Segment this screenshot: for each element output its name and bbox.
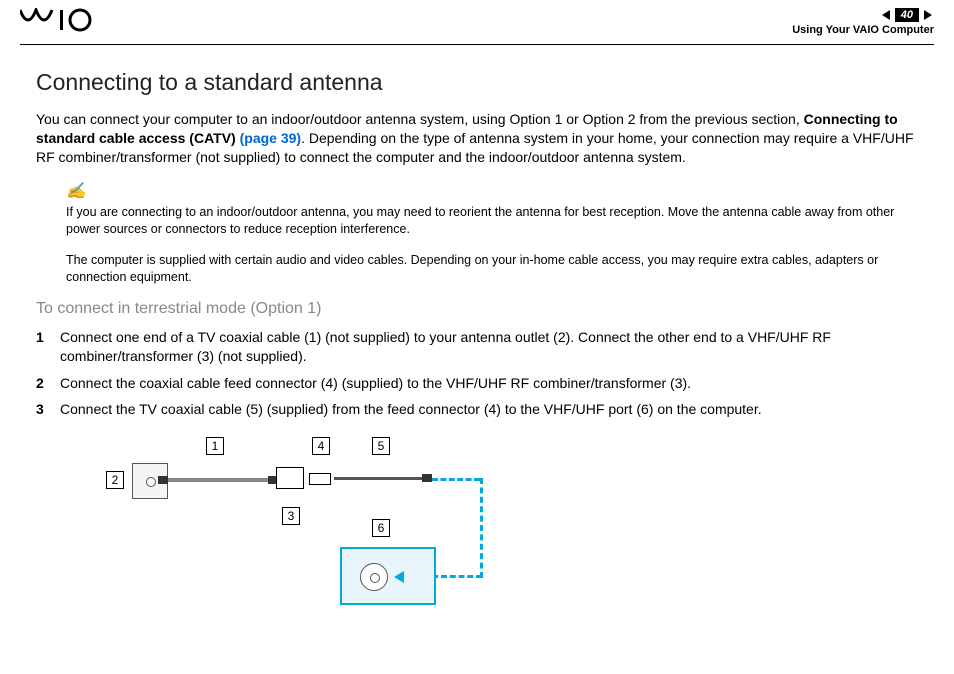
note-block: ✍ If you are connecting to an indoor/out…	[66, 181, 918, 286]
note-text-1: If you are connecting to an indoor/outdo…	[66, 204, 918, 238]
step-item: 1 Connect one end of a TV coaxial cable …	[36, 328, 918, 366]
page-nav: 40	[880, 8, 934, 22]
prev-page-icon[interactable]	[880, 9, 892, 21]
step-number: 3	[36, 400, 60, 419]
diagram-label-3: 3	[282, 507, 300, 525]
header-right: 40 Using Your VAIO Computer	[792, 8, 934, 36]
connection-diagram: 1 2 3 4 5 6	[76, 435, 496, 615]
diagram-label-6: 6	[372, 519, 390, 537]
note-icon: ✍	[66, 181, 918, 203]
coax-cable-1	[168, 478, 268, 482]
section-label: Using Your VAIO Computer	[792, 24, 934, 36]
step-text: Connect the TV coaxial cable (5) (suppli…	[60, 400, 762, 419]
note-text-2: The computer is supplied with certain au…	[66, 252, 918, 286]
subheading: To connect in terrestrial mode (Option 1…	[36, 300, 918, 318]
feed-connector-icon	[309, 473, 331, 485]
step-item: 3 Connect the TV coaxial cable (5) (supp…	[36, 400, 918, 419]
intro-paragraph: You can connect your computer to an indo…	[36, 110, 918, 167]
step-number: 2	[36, 374, 60, 393]
intro-text-a: You can connect your computer to an indo…	[36, 111, 804, 127]
step-item: 2 Connect the coaxial cable feed connect…	[36, 374, 918, 393]
coax-cable-5	[334, 477, 424, 480]
steps-list: 1 Connect one end of a TV coaxial cable …	[36, 328, 918, 420]
page-header: 40 Using Your VAIO Computer	[0, 0, 954, 44]
dashed-path	[480, 478, 483, 578]
diagram-label-4: 4	[312, 437, 330, 455]
step-text: Connect the coaxial cable feed connector…	[60, 374, 691, 393]
step-number: 1	[36, 328, 60, 366]
computer-port-box	[340, 547, 436, 605]
arrow-icon	[394, 571, 404, 583]
combiner-icon	[276, 467, 304, 489]
page-title: Connecting to a standard antenna	[36, 69, 918, 96]
step-text: Connect one end of a TV coaxial cable (1…	[60, 328, 918, 366]
dashed-path	[432, 478, 480, 481]
content: Connecting to a standard antenna You can…	[0, 45, 954, 625]
vaio-logo-svg	[20, 8, 116, 32]
diagram-label-1: 1	[206, 437, 224, 455]
vaio-logo	[20, 8, 116, 39]
cable-end-icon	[422, 474, 432, 482]
diagram-label-5: 5	[372, 437, 390, 455]
page-link[interactable]: (page 39)	[236, 130, 301, 146]
page-number: 40	[895, 8, 919, 22]
diagram-label-2: 2	[106, 471, 124, 489]
next-page-icon[interactable]	[922, 9, 934, 21]
